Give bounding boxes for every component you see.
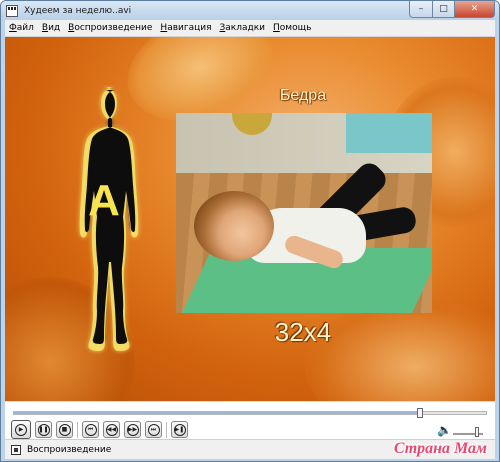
clip-window [346,113,432,153]
transport-buttons: ▶ ❚❚ ■ ⏮ ◀◀ ▶▶ ⏭ ▶❚ [11,420,192,439]
body-silhouette-icon: A [79,87,139,351]
maximize-button[interactable]: □ [433,1,455,18]
exercise-video-clip [176,113,432,313]
menu-navigation[interactable]: Навигация [156,23,215,33]
menu-help-accel: П [273,23,280,33]
volume-slider[interactable] [453,427,483,437]
seek-bar[interactable] [13,408,487,418]
status-text: Воспроизведение [27,444,112,455]
pause-icon: ❚❚ [37,423,50,436]
playback-controls: ▶ ❚❚ ■ ⏮ ◀◀ ▶▶ ⏭ ▶❚ 🔈 [5,401,495,439]
fast-forward-button[interactable]: ▶▶ [124,421,141,438]
previous-icon: ⏮ [84,423,97,436]
next-button[interactable]: ⏭ [145,421,162,438]
menu-view-label: ид [48,23,61,33]
title-bar[interactable]: Худеем за неделю..avi – □ ✕ [1,1,499,20]
rewind-icon: ◀◀ [105,423,118,436]
figure-letter: A [88,176,120,225]
repetitions-label: 32x4 [274,317,332,347]
separator [77,421,78,438]
stop-icon: ■ [58,423,71,436]
watermark-logo: Страна Мам [393,440,487,457]
fast-forward-icon: ▶▶ [126,423,139,436]
menu-file-label: айл [16,23,34,33]
volume-thumb[interactable] [475,427,479,437]
menu-bookmarks-label: акладки [225,23,266,33]
video-area[interactable]: A Бедра 32x4 [5,37,495,401]
menu-file-accel: Ф [9,23,17,33]
clip-head [194,191,274,261]
menu-navigation-label: авигация [167,23,212,33]
menu-view[interactable]: Вид [38,23,64,33]
separator [166,421,167,438]
window-controls: – □ ✕ [409,1,495,18]
menu-bar: Файл Вид Воспроизведение Навигация Закла… [5,20,495,37]
menu-file[interactable]: Файл [5,23,38,33]
exercise-section-title: Бедра [279,87,327,104]
frame-step-button[interactable]: ▶❚ [171,421,188,438]
next-icon: ⏭ [147,423,160,436]
speaker-icon[interactable]: 🔈 [437,423,452,437]
frame-step-icon: ▶❚ [173,423,186,436]
menu-bookmarks[interactable]: Закладки [216,23,270,33]
minimize-button[interactable]: – [409,1,433,18]
rewind-button[interactable]: ◀◀ [103,421,120,438]
play-button[interactable]: ▶ [11,420,31,439]
close-button[interactable]: ✕ [455,1,495,18]
window-title: Худеем за неделю..avi [24,5,132,16]
media-player-window: Худеем за неделю..avi – □ ✕ Файл Вид Вос… [0,0,500,462]
status-bar: Воспроизведение Страна Мам [5,439,495,459]
previous-button[interactable]: ⏮ [82,421,99,438]
pause-button[interactable]: ❚❚ [35,421,52,438]
seek-progress [14,412,420,414]
seek-thumb[interactable] [416,408,423,418]
play-icon: ▶ [15,423,27,436]
menu-help[interactable]: Помощь [269,23,315,33]
menu-help-label: омощь [279,23,312,33]
film-icon [6,4,18,17]
stop-button[interactable]: ■ [56,421,73,438]
status-icon [11,444,21,455]
menu-playback[interactable]: Воспроизведение [64,23,156,33]
menu-playback-label: оспроизведение [74,23,153,33]
